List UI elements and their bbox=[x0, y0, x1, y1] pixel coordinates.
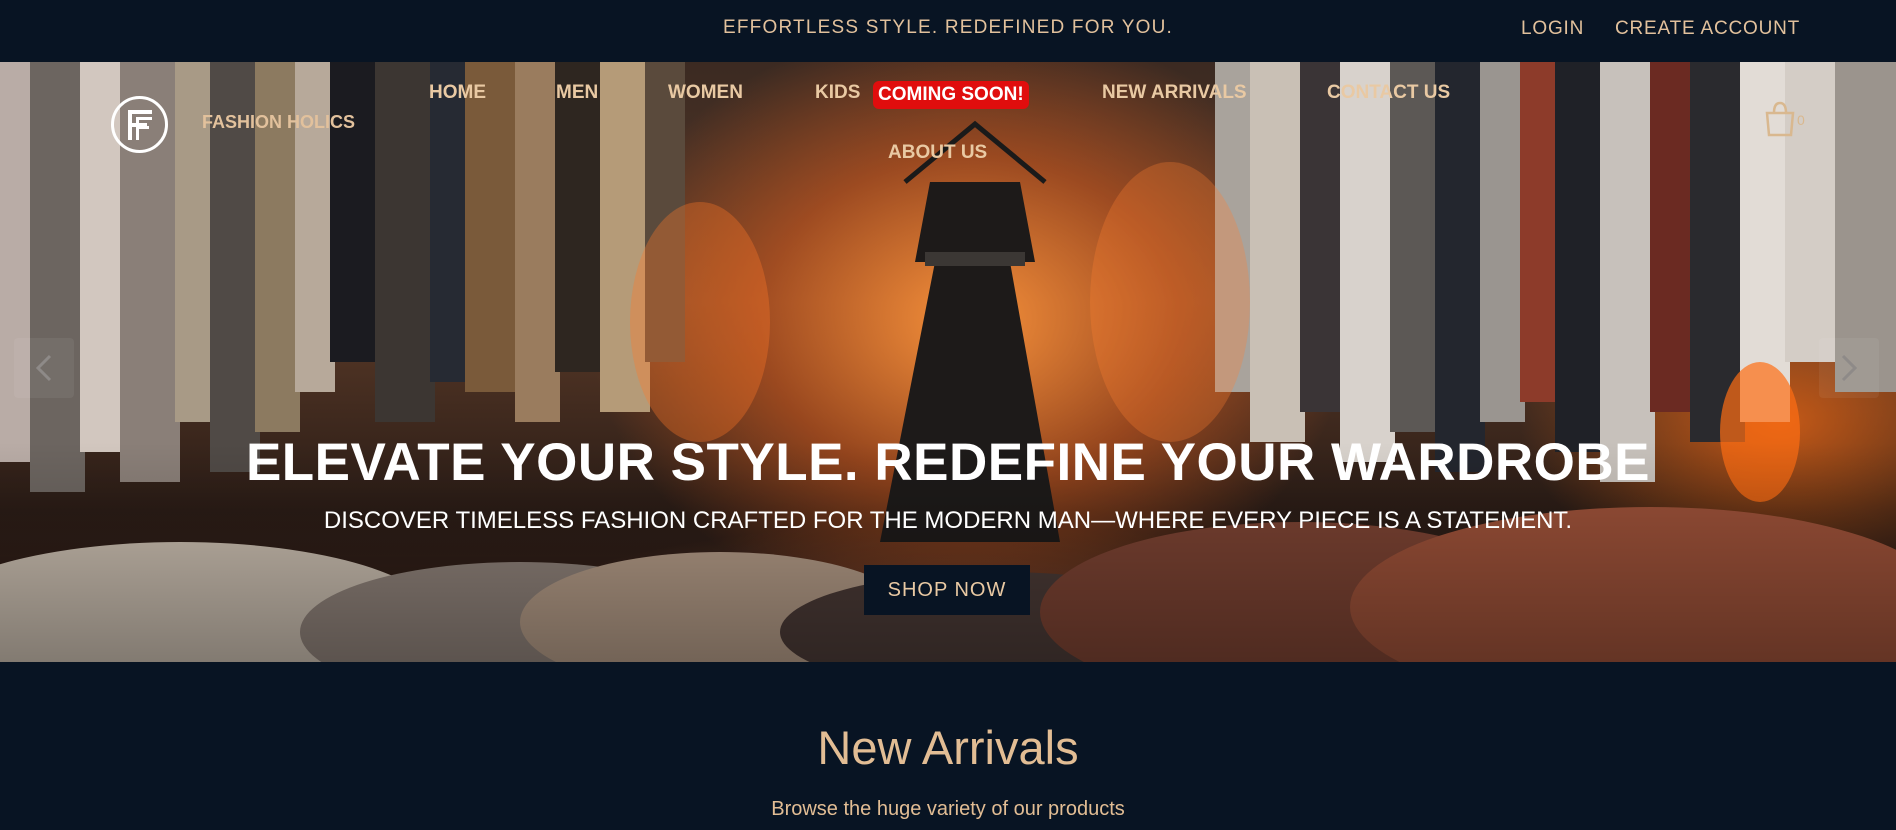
coming-soon-badge: COMING SOON! bbox=[873, 81, 1029, 109]
nav-contact-us[interactable]: CONTACT US bbox=[1327, 82, 1450, 104]
create-account-link[interactable]: CREATE ACCOUNT bbox=[1615, 18, 1800, 40]
nav-men[interactable]: MEN bbox=[556, 82, 598, 104]
nav-women[interactable]: WOMEN bbox=[668, 82, 743, 104]
nav-about-us[interactable]: ABOUT US bbox=[888, 142, 987, 164]
ff-monogram-logo[interactable] bbox=[111, 96, 168, 153]
shop-now-button[interactable]: SHOP NOW bbox=[864, 565, 1030, 615]
nav-kids[interactable]: KIDS bbox=[815, 82, 860, 104]
chevron-left-icon bbox=[35, 354, 52, 382]
nav-home[interactable]: HOME bbox=[429, 82, 486, 104]
cart-count: 0 bbox=[1797, 112, 1805, 128]
carousel-prev-button[interactable] bbox=[14, 338, 74, 398]
login-link[interactable]: LOGIN bbox=[1521, 18, 1584, 40]
new-arrivals-heading: New Arrivals bbox=[817, 721, 1079, 774]
nav-new-arrivals[interactable]: NEW ARRIVALS bbox=[1102, 82, 1247, 104]
carousel-next-button[interactable] bbox=[1819, 338, 1879, 398]
announcement-bar: EFFORTLESS STYLE. REDEFINED FOR YOU. LOG… bbox=[0, 0, 1896, 62]
hero-title: ELEVATE YOUR STYLE. REDEFINE YOUR WARDRO… bbox=[245, 433, 1651, 492]
announcement-text: EFFORTLESS STYLE. REDEFINED FOR YOU. bbox=[722, 17, 1174, 38]
new-arrivals-subtitle: Browse the huge variety of our products bbox=[771, 798, 1125, 820]
brand-name[interactable]: FASHION HOLICS bbox=[202, 112, 355, 133]
hero-subtitle: DISCOVER TIMELESS FASHION CRAFTED FOR TH… bbox=[323, 507, 1573, 534]
hero-banner: FASHION HOLICS HOME MEN WOMEN KIDS COMIN… bbox=[0, 62, 1896, 662]
chevron-right-icon bbox=[1841, 354, 1858, 382]
shopping-bag-icon[interactable] bbox=[1763, 101, 1797, 137]
